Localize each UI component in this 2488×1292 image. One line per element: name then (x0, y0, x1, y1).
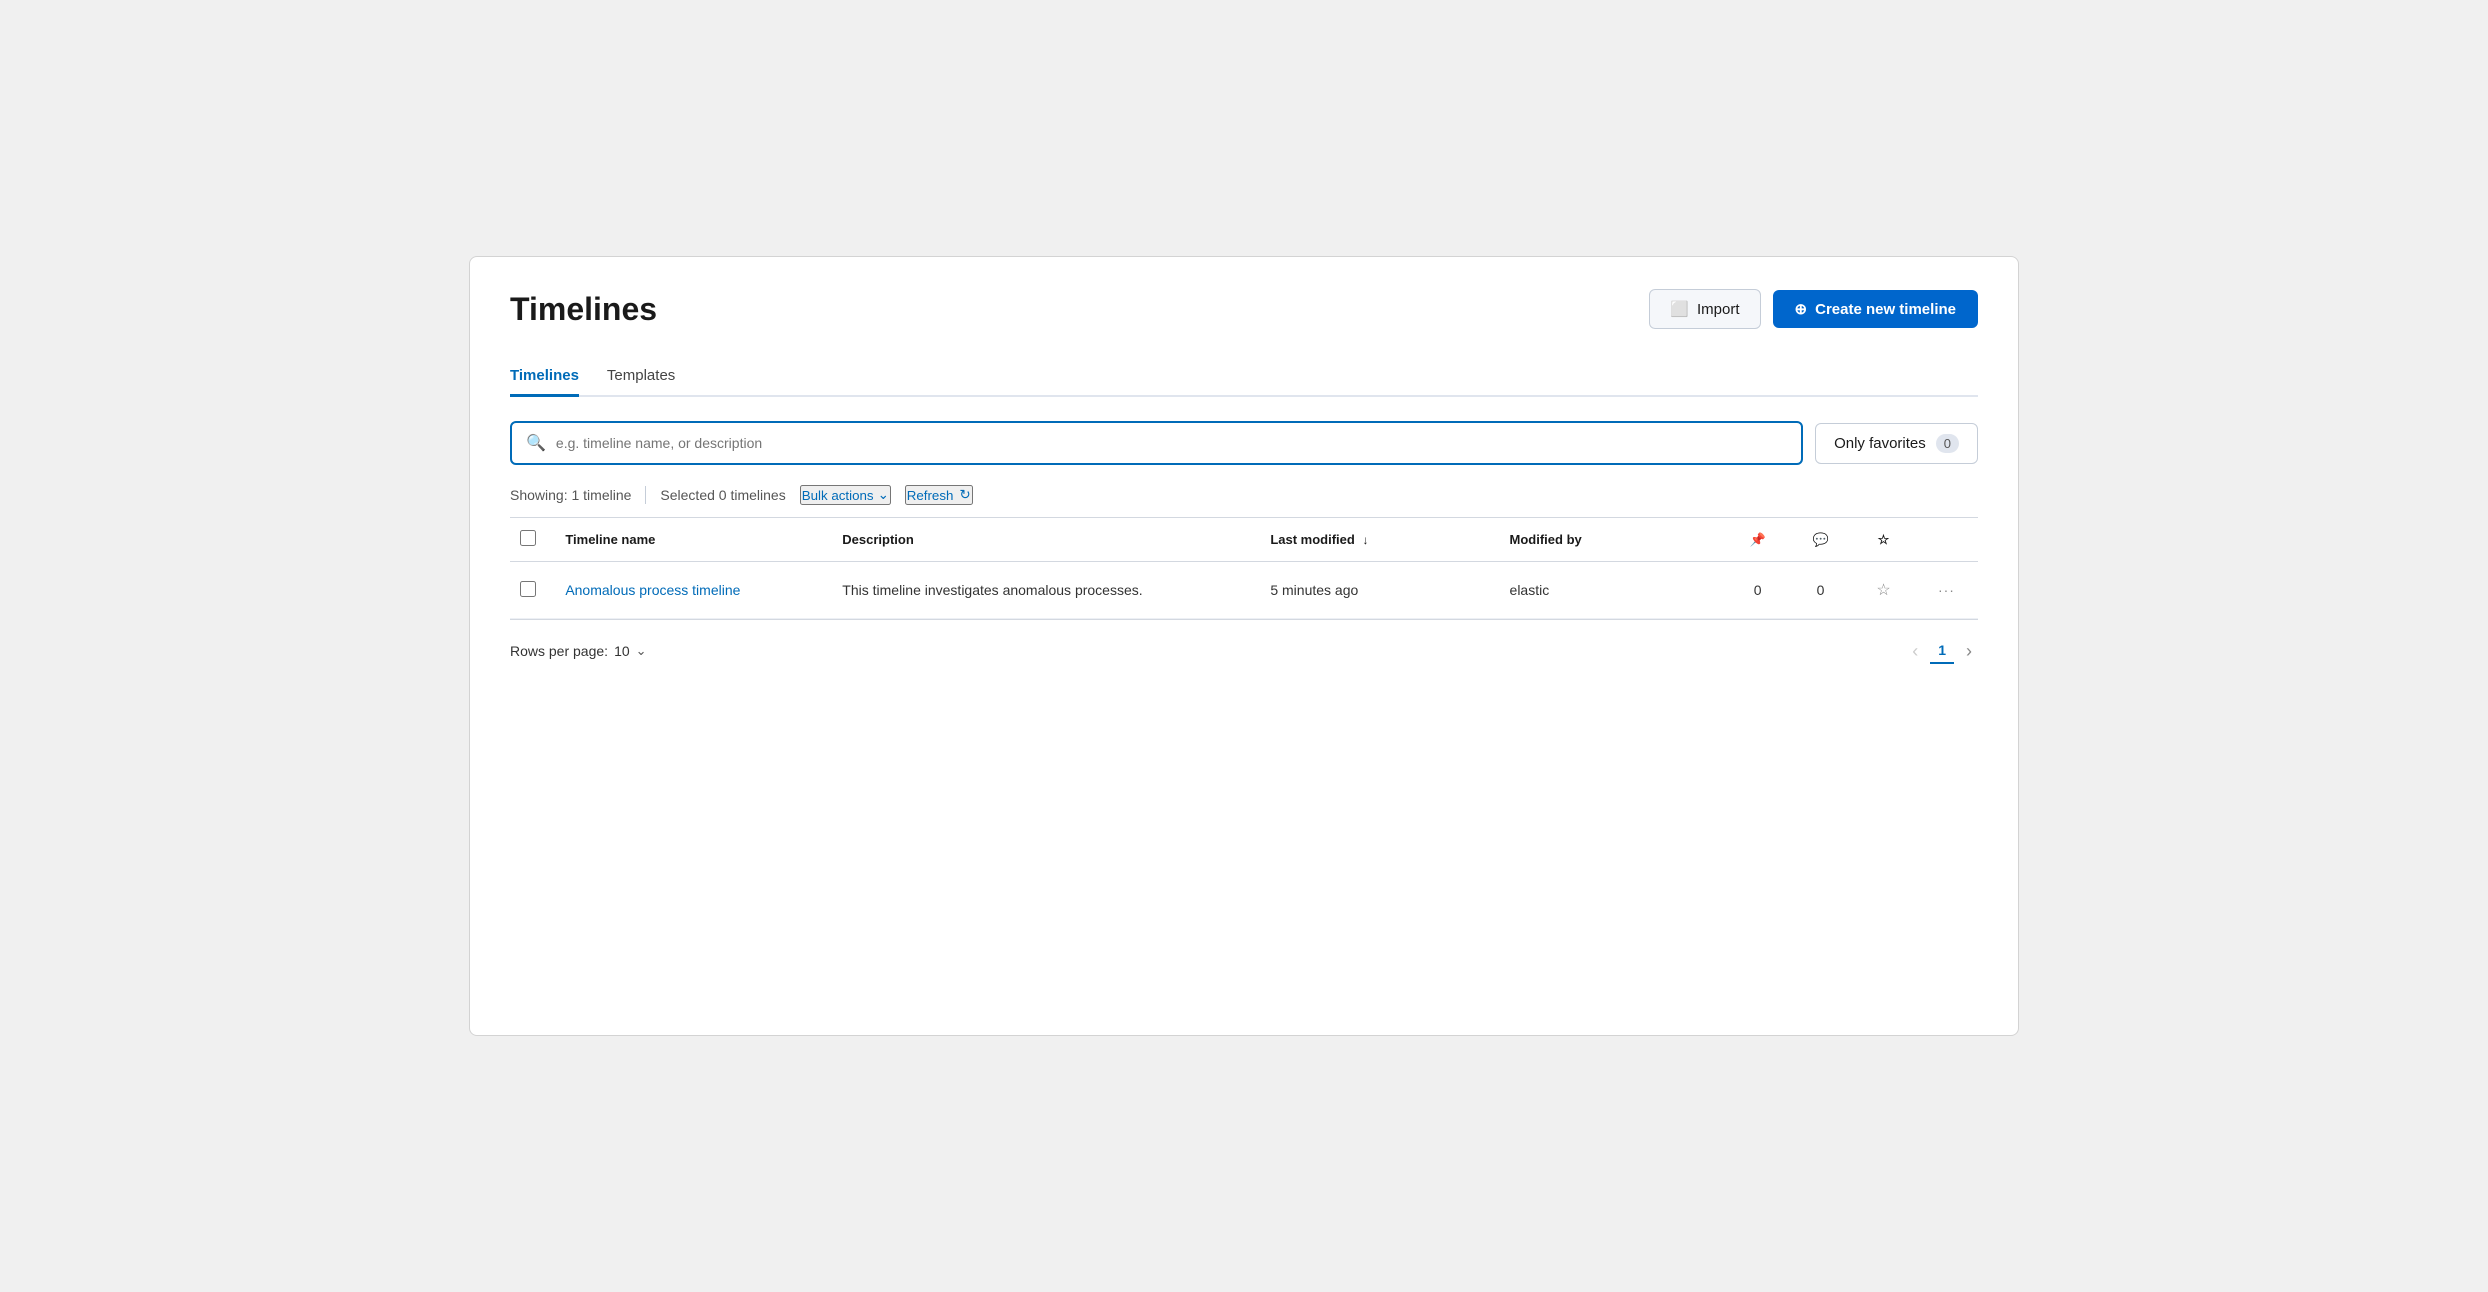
create-timeline-button[interactable]: ⊕ Create new timeline (1773, 290, 1978, 328)
favorites-count-badge: 0 (1936, 434, 1959, 453)
timeline-description: This timeline investigates anomalous pro… (842, 582, 1142, 598)
tab-templates[interactable]: Templates (607, 357, 675, 397)
main-window: Timelines ⬜ Import ⊕ Create new timeline… (469, 256, 2019, 1036)
timeline-last-modified: 5 minutes ago (1270, 582, 1358, 598)
pin-count: 0 (1754, 582, 1762, 598)
only-favorites-button[interactable]: Only favorites 0 (1815, 423, 1978, 464)
tabs-bar: Timelines Templates (510, 357, 1978, 397)
prev-page-button[interactable]: ‹ (1906, 638, 1924, 664)
page-title: Timelines (510, 291, 657, 328)
import-button[interactable]: ⬜ Import (1649, 289, 1760, 329)
next-page-button[interactable]: › (1960, 638, 1978, 664)
pin-col-icon: 📌 (1750, 532, 1766, 547)
timeline-modified-by: elastic (1510, 582, 1550, 598)
current-page-number[interactable]: 1 (1930, 638, 1954, 664)
search-input[interactable] (556, 435, 1787, 451)
chevron-down-icon: ⌄ (636, 643, 647, 659)
rows-per-page-selector[interactable]: Rows per page: 10 ⌄ (510, 643, 647, 659)
search-row: 🔍 Only favorites 0 (510, 421, 1978, 465)
chevron-down-icon: ⌄ (878, 487, 889, 503)
favorite-button[interactable]: ☆ (1870, 578, 1896, 602)
plus-circle-icon: ⊕ (1795, 300, 1808, 318)
note-col-icon: 💬 (1812, 532, 1828, 547)
search-box: 🔍 (510, 421, 1803, 465)
selected-label: Selected 0 timelines (660, 487, 785, 503)
refresh-icon: ↻ (959, 487, 970, 503)
timelines-table: Timeline name Description Last modified … (510, 517, 1978, 620)
refresh-button[interactable]: Refresh ↻ (905, 485, 973, 505)
select-all-checkbox[interactable] (520, 530, 536, 546)
page-header: Timelines ⬜ Import ⊕ Create new timeline (510, 289, 1978, 329)
page-navigation: ‹ 1 › (1906, 638, 1978, 664)
bulk-actions-button[interactable]: Bulk actions ⌄ (800, 485, 891, 505)
sort-icon: ↓ (1362, 533, 1368, 547)
toolbar: Showing: 1 timeline Selected 0 timelines… (510, 485, 1978, 505)
import-icon: ⬜ (1670, 300, 1689, 318)
pagination-row: Rows per page: 10 ⌄ ‹ 1 › (510, 638, 1978, 664)
rows-per-page-value: 10 (614, 643, 630, 659)
timeline-name-link[interactable]: Anomalous process timeline (565, 582, 740, 598)
row-checkbox[interactable] (520, 581, 536, 597)
header-actions: ⬜ Import ⊕ Create new timeline (1649, 289, 1978, 329)
showing-label: Showing: 1 timeline (510, 487, 631, 503)
fav-col-icon: ☆ (1878, 532, 1890, 547)
search-icon: 🔍 (526, 433, 546, 453)
toolbar-divider (645, 486, 646, 504)
tab-timelines[interactable]: Timelines (510, 357, 579, 397)
note-count: 0 (1817, 582, 1825, 598)
row-actions-button[interactable]: ··· (1932, 580, 1961, 600)
table-row: Anomalous process timeline This timeline… (510, 562, 1978, 619)
